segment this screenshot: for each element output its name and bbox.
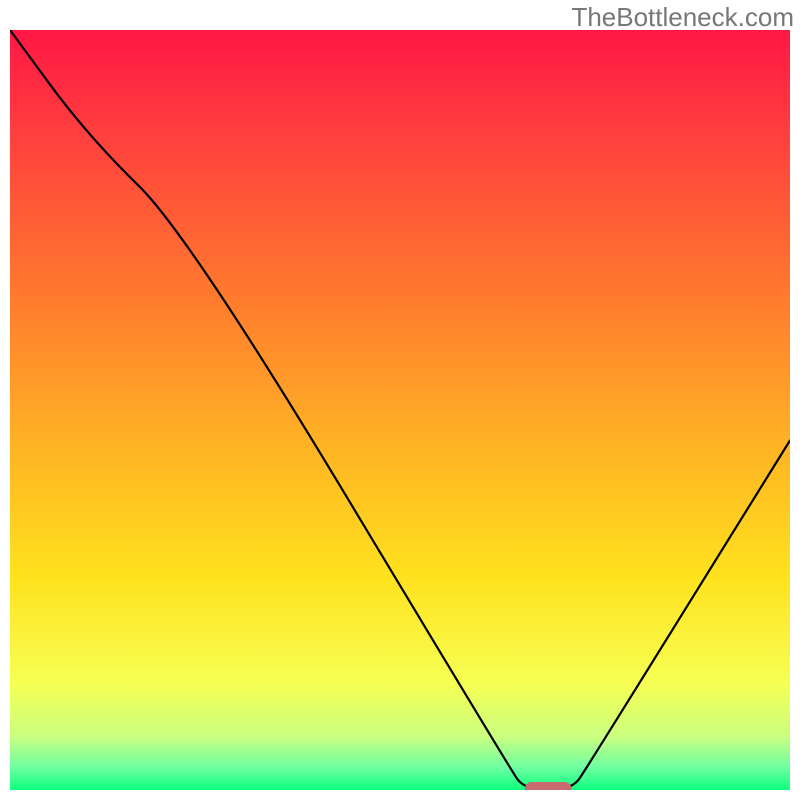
chart-svg: [10, 30, 790, 790]
gradient-background: [10, 30, 790, 790]
watermark-text: TheBottleneck.com: [571, 2, 794, 33]
optimal-marker: [525, 782, 572, 790]
plot-area: [10, 30, 790, 790]
chart-container: TheBottleneck.com: [0, 0, 800, 800]
